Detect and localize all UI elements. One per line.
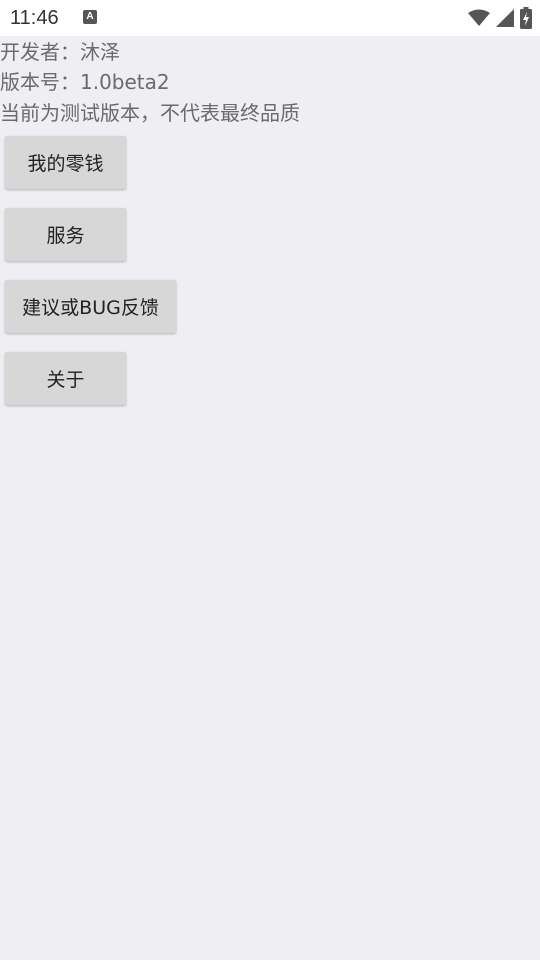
battery-charging-icon — [520, 7, 532, 29]
notification-app-icon: A — [83, 10, 97, 24]
status-bar: 11:46 A — [0, 0, 540, 36]
service-button[interactable]: 服务 — [5, 208, 126, 261]
my-change-button[interactable]: 我的零钱 — [5, 136, 126, 189]
wifi-icon — [468, 9, 490, 27]
version-label: 版本号：1.0beta2 — [0, 70, 170, 94]
status-icons — [468, 7, 532, 29]
signal-icon — [496, 9, 514, 27]
clock: 11:46 — [10, 7, 59, 29]
developer-label: 开发者：沐泽 — [0, 40, 120, 64]
feedback-button[interactable]: 建议或BUG反馈 — [5, 280, 176, 333]
about-button[interactable]: 关于 — [5, 352, 126, 405]
test-version-notice: 当前为测试版本，不代表最终品质 — [0, 101, 300, 125]
